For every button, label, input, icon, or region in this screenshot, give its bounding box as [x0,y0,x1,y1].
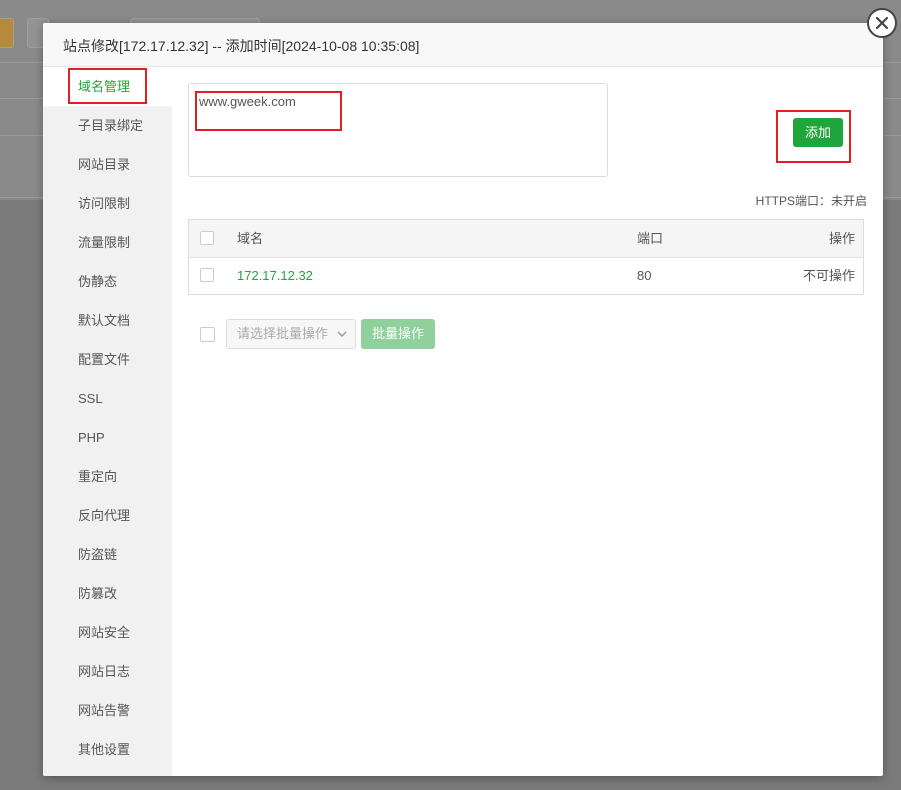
select-all-checkbox[interactable] [200,231,214,245]
https-port-status: HTTPS端口：未开启 [755,194,867,208]
sidebar-item[interactable]: 网站目录 [43,145,172,184]
sidebar-item[interactable]: PHP [43,418,172,457]
sidebar-item[interactable]: 子目录绑定 [43,106,172,145]
header-port: 端口 [637,231,664,246]
sidebar-item[interactable]: 访问限制 [43,184,172,223]
sidebar-item[interactable]: 配置文件 [43,340,172,379]
sidebar-item[interactable]: 网站安全 [43,613,172,652]
sidebar-item[interactable]: 反向代理 [43,496,172,535]
sidebar-item[interactable]: SSL [43,379,172,418]
close-icon [875,16,889,30]
domain-link[interactable]: 172.17.12.32 [237,257,313,294]
sidebar-item[interactable]: 域名管理 [43,67,172,106]
header-action: 操作 [828,231,855,246]
table-header: 域名 端口 操作 [189,220,863,258]
sidebar-item[interactable]: 流量限制 [43,223,172,262]
dialog-header: 站点修改[172.17.12.32] -- 添加时间[2024-10-08 10… [43,23,883,67]
batch-operation-select[interactable]: 请选择批量操作 [226,319,356,349]
sidebar-item[interactable]: 其他设置 [43,730,172,769]
site-edit-dialog: 站点修改[172.17.12.32] -- 添加时间[2024-10-08 10… [43,23,883,776]
domain-textarea[interactable]: www.gweek.com [188,83,608,177]
table-row: 172.17.12.32 80 不可操作 [189,257,863,294]
sidebar-item[interactable]: 防篡改 [43,574,172,613]
domain-table: 域名 端口 操作 172.17.12.32 80 不可操作 [188,219,864,295]
chevron-down-icon [337,331,347,337]
add-domain-button[interactable]: 添加 [793,118,843,147]
sidebar-item[interactable]: 重定向 [43,457,172,496]
sidebar-item[interactable]: 防盗链 [43,535,172,574]
header-domain: 域名 [237,231,264,246]
action-status: 不可操作 [802,268,855,283]
dialog-title: 站点修改[172.17.12.32] -- 添加时间[2024-10-08 10… [63,38,420,54]
batch-operation-button[interactable]: 批量操作 [361,319,435,349]
batch-select-checkbox[interactable] [200,327,215,342]
port-value: 80 [637,268,652,283]
sidebar-item[interactable]: 伪静态 [43,262,172,301]
background-button [0,18,14,48]
settings-sidebar: 域名管理 子目录绑定 网站目录 访问限制 流量限制 伪静态 默认文档 配置文件 SSL PHP 重定… [43,67,172,776]
batch-select-placeholder: 请选择批量操作 [237,326,329,341]
sidebar-item[interactable]: 网站告警 [43,691,172,730]
sidebar-item[interactable]: 网站日志 [43,652,172,691]
sidebar-item[interactable]: 默认文档 [43,301,172,340]
close-dialog-button[interactable] [867,8,897,38]
row-checkbox[interactable] [200,268,214,282]
